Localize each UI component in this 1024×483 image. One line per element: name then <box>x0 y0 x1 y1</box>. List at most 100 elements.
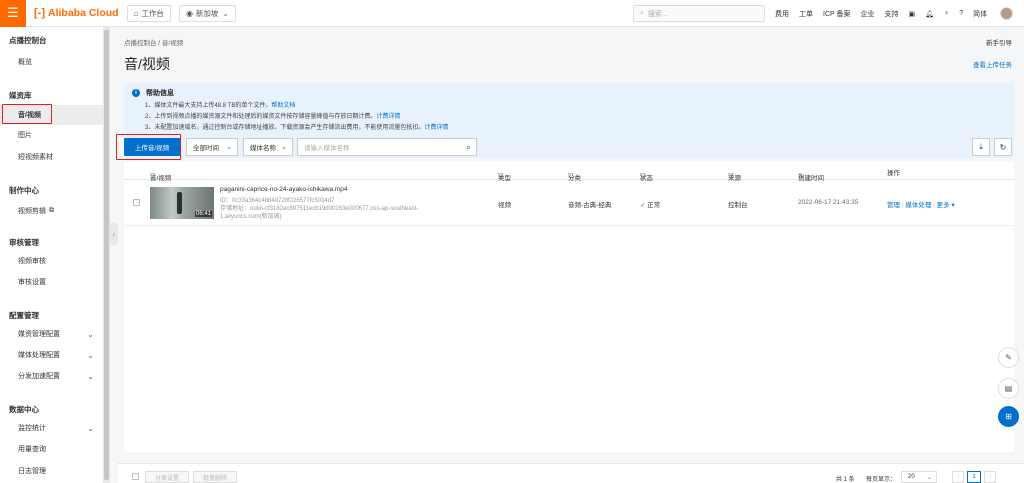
sidebar: 点播控制台 概览 媒资库 音/视频 图片 短视频素材 制作中心 视频剪辑 ⧉ 审核… <box>0 27 103 483</box>
help-title: i 帮助信息 <box>132 88 174 98</box>
bell-icon[interactable]: 🔔︎ <box>925 10 934 18</box>
sidebar-item-usage-query[interactable]: 用量查询 <box>0 439 103 459</box>
feedback-fab[interactable]: ▤ <box>998 378 1019 399</box>
filter-icon[interactable]: ▽ <box>728 172 733 180</box>
total-count: 共 1 条 <box>836 477 855 483</box>
filter-icon[interactable]: ▽ <box>568 172 573 180</box>
caret-down-icon: ▾ <box>951 202 955 209</box>
chevron-down-icon: ⌄ <box>87 350 94 360</box>
alibaba-cloud-logo[interactable]: [-] Alibaba Cloud <box>34 7 119 19</box>
sidebar-item-video-review[interactable]: 视频审核 <box>0 251 103 271</box>
sidebar-group-production: 制作中心 <box>9 186 39 195</box>
media-created: 2022-06-17 21:43:35 <box>798 199 859 206</box>
per-page-select[interactable]: 20 ⌄ <box>901 471 937 483</box>
chevron-down-icon: ⌄ <box>87 329 94 339</box>
edit-fab[interactable]: ✎ <box>998 347 1019 368</box>
sidebar-item-processing-config[interactable]: 媒体处理配置 ⌄ <box>0 345 103 365</box>
sidebar-item-distribution-config[interactable]: 分发加速配置 ⌄ <box>0 366 103 386</box>
external-link-icon: ⧉ <box>49 207 54 214</box>
help-line-2: 2、上传到视频点播的媒资源文件和处理后的媒资文件按存储容量峰值与存放日期计费。计… <box>145 114 401 120</box>
search-icon[interactable]: ⌕ <box>466 142 471 153</box>
row-actions: 管理 | 媒体处理 | 更多 ▾ <box>887 199 955 209</box>
sidebar-item-log-management[interactable]: 日志管理 <box>0 461 103 481</box>
help-docs-link[interactable]: 帮助文档 <box>271 103 295 109</box>
check-icon: ✓ <box>640 202 646 209</box>
logo-icon: [-] <box>34 7 45 19</box>
media-name-search-input[interactable]: 请输入媒体名称 ⌕ <box>297 138 477 156</box>
page-1-button[interactable]: 1 <box>967 471 981 483</box>
sidebar-title: 点播控制台 <box>9 36 47 45</box>
sidebar-item-short-video[interactable]: 短视频素材 <box>0 147 103 167</box>
cloud-shell-icon[interactable]: ▣ <box>909 10 916 18</box>
per-page-label: 每页显示： <box>866 477 897 483</box>
row-checkbox[interactable] <box>133 199 140 206</box>
filter-icon[interactable]: ▽ <box>640 172 645 180</box>
main-content: 点播控制台 / 音/视频 新手引导 音/视频 查看上传任务 i 帮助信息 1、媒体… <box>118 27 1024 483</box>
sidebar-item-media-config[interactable]: 媒资管理配置 ⌄ <box>0 324 103 344</box>
next-page-button[interactable]: › <box>984 471 996 483</box>
media-category: 音频-古典-经典 <box>568 202 612 209</box>
language-selector[interactable]: 简体 <box>973 9 987 19</box>
guide-link[interactable]: 新手引导 <box>986 37 1012 47</box>
sidebar-group-data-center: 数据中心 <box>9 405 39 414</box>
view-upload-tasks-link[interactable]: 查看上传任务 <box>973 59 1012 69</box>
help-icon[interactable]: ? <box>959 10 963 17</box>
refresh-button[interactable]: ↻ <box>994 138 1012 156</box>
menu-icon[interactable]: ☰ <box>0 0 26 27</box>
sidebar-item-review-settings[interactable]: 审核设置 <box>0 272 103 292</box>
global-search-input[interactable]: ⌕ 搜索... <box>633 5 765 22</box>
breadcrumb: 点播控制台 / 音/视频 <box>124 40 184 47</box>
assign-category-button[interactable]: 分类设置 <box>145 471 189 483</box>
lightbulb-icon[interactable]: ♀ <box>944 10 949 17</box>
page-title: 音/视频 <box>124 56 170 72</box>
workbench-button[interactable]: ⌂ 工作台 <box>126 4 171 22</box>
sidebar-item-overview[interactable]: 概览 <box>0 52 103 72</box>
sidebar-item-video-editing[interactable]: 视频剪辑 ⧉ <box>0 201 103 221</box>
nav-support[interactable]: 支持 <box>885 9 899 19</box>
sidebar-group-review: 审核管理 <box>9 238 39 247</box>
sidebar-scroll-thumb[interactable] <box>104 30 109 480</box>
video-thumbnail[interactable]: 06:41 <box>150 187 214 219</box>
sort-icon[interactable]: ⇅ <box>798 172 803 180</box>
media-processing-link[interactable]: 媒体处理 <box>905 202 931 209</box>
download-icon: ⤓ <box>979 142 983 151</box>
top-nav: 费用 工单 ICP 备案 企业 支持 ▣ 🔔︎ ♀ ? 简体 <box>775 0 997 27</box>
nav-expenses[interactable]: 费用 <box>775 9 789 19</box>
highlight-box-upload <box>116 134 181 160</box>
nav-enterprise[interactable]: 企业 <box>861 9 875 19</box>
download-button[interactable]: ⤓ <box>972 138 990 156</box>
duration-badge: 06:41 <box>194 211 212 217</box>
more-dropdown[interactable]: 更多 ▾ <box>937 202 955 209</box>
table-header: 音/视频 ▽ 类型 ▽ 分类 ▽ 状态 ▽ 来源 ▽ 创建时间 ⇅ 操作 <box>124 162 1014 182</box>
media-title[interactable]: paganini-caprice-no-24-ayako-ishikawa.mp… <box>220 186 348 193</box>
region-selector[interactable]: ◉ 新加坡 ⌄ <box>178 4 236 22</box>
avatar[interactable] <box>1000 7 1013 20</box>
apps-fab[interactable]: ⊞ <box>998 406 1019 427</box>
chevron-down-icon: ⌄ <box>926 474 932 481</box>
grid-icon: ⊞ <box>1005 412 1012 421</box>
select-all-checkbox[interactable] <box>132 473 139 480</box>
billing-details-link-2[interactable]: 计费详情 <box>424 125 448 131</box>
nav-icp[interactable]: ICP 备案 <box>823 9 851 19</box>
prev-page-button[interactable]: ‹ <box>952 471 964 483</box>
pencil-icon: ✎ <box>1005 353 1012 362</box>
location-icon: ◉ <box>185 8 193 18</box>
media-type: 视频 <box>498 202 511 209</box>
batch-delete-button[interactable]: 批量删除 <box>193 471 237 483</box>
search-field-select[interactable]: 媒体名称 ⌄ <box>243 138 293 156</box>
nav-tickets[interactable]: 工单 <box>799 9 813 19</box>
manage-link[interactable]: 管理 <box>887 202 900 209</box>
chevron-down-icon: ⌄ <box>87 423 94 433</box>
table-row: 06:41 paganini-caprice-no-24-ayako-ishik… <box>124 180 1014 226</box>
chevron-down-icon: ⌄ <box>226 144 232 151</box>
chevron-down-icon: ⌄ <box>281 144 287 151</box>
sidebar-item-monitoring[interactable]: 监控统计 ⌄ <box>0 418 103 438</box>
home-icon: ⌂ <box>133 8 139 18</box>
billing-details-link[interactable]: 计费详情 <box>376 114 400 120</box>
sidebar-group-config: 配置管理 <box>9 311 39 320</box>
sidebar-item-image[interactable]: 图片 <box>0 125 103 145</box>
sidebar-collapse-button[interactable]: ‹ <box>110 223 118 245</box>
filter-icon[interactable]: ▽ <box>498 172 503 180</box>
time-filter-select[interactable]: 全部时间 ⌄ <box>186 138 238 156</box>
filter-icon[interactable]: ▽ <box>150 172 155 180</box>
